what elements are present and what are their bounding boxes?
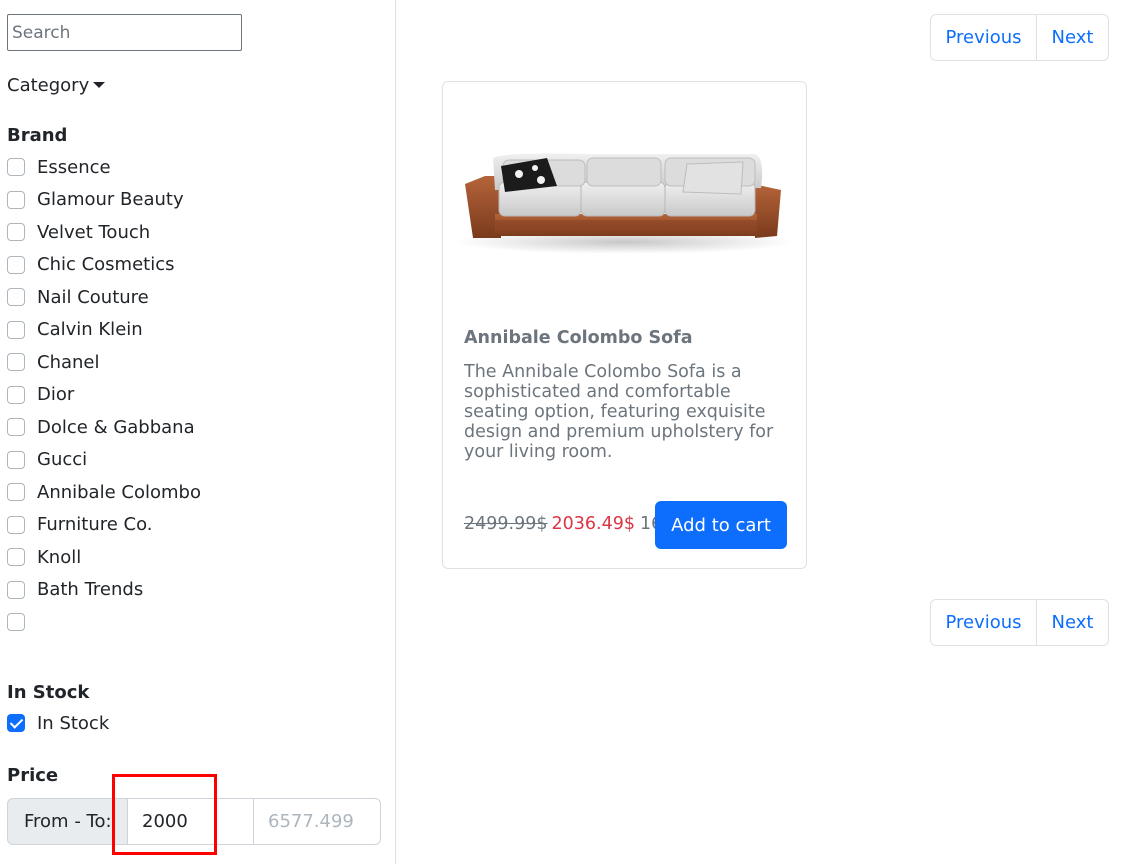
- next-button[interactable]: Next: [1037, 15, 1108, 60]
- checkbox[interactable]: [7, 320, 25, 339]
- brand-option-empty[interactable]: [7, 606, 201, 639]
- brand-option[interactable]: Chic Cosmetics: [7, 249, 201, 282]
- brand-option[interactable]: Calvin Klein: [7, 314, 201, 347]
- checkbox[interactable]: [7, 450, 25, 469]
- brand-option[interactable]: Dior: [7, 379, 201, 412]
- checkbox[interactable]: [7, 515, 25, 534]
- brand-option[interactable]: Chanel: [7, 346, 201, 379]
- in-stock-label: In Stock: [37, 712, 110, 734]
- pagination-top: Previous Next: [930, 14, 1109, 61]
- brand-label: Knoll: [37, 546, 82, 568]
- product-image: [455, 153, 795, 254]
- brand-label: Dolce & Gabbana: [37, 416, 195, 438]
- checkbox[interactable]: [7, 158, 25, 177]
- price-to-input[interactable]: [254, 798, 381, 845]
- price-range-group: From - To:: [7, 798, 381, 845]
- brand-option[interactable]: Glamour Beauty: [7, 184, 201, 217]
- brand-option[interactable]: Knoll: [7, 541, 201, 574]
- brand-label: Furniture Co.: [37, 514, 153, 536]
- brand-label: Annibale Colombo: [37, 481, 201, 503]
- brand-label: Chanel: [37, 351, 100, 373]
- category-label: Category: [7, 75, 90, 96]
- brand-label: Chic Cosmetics: [37, 254, 175, 276]
- old-price: 2499.99$: [464, 514, 548, 534]
- checkbox[interactable]: [7, 613, 25, 632]
- price-from-input[interactable]: [127, 798, 254, 845]
- brand-option[interactable]: Dolce & Gabbana: [7, 411, 201, 444]
- search-input[interactable]: [7, 14, 242, 51]
- brand-option[interactable]: Bath Trends: [7, 574, 201, 607]
- brand-label: Velvet Touch: [37, 221, 151, 243]
- brand-label: Essence: [37, 156, 111, 178]
- brand-label: Dior: [37, 384, 75, 406]
- brand-option[interactable]: Gucci: [7, 444, 201, 477]
- brand-option[interactable]: Essence: [7, 151, 201, 184]
- brand-label: Nail Couture: [37, 286, 149, 308]
- checkbox[interactable]: [7, 288, 25, 307]
- product-title[interactable]: Annibale Colombo Sofa: [464, 328, 693, 348]
- checkbox[interactable]: [7, 353, 25, 372]
- product-card: Annibale Colombo Sofa The Annibale Colom…: [442, 81, 807, 569]
- stock-heading: In Stock: [7, 682, 90, 703]
- brand-option[interactable]: Furniture Co.: [7, 509, 201, 542]
- caret-down-icon: [93, 81, 106, 88]
- checkbox[interactable]: [7, 580, 25, 599]
- price-range-label: From - To:: [7, 798, 127, 845]
- checkbox[interactable]: [7, 385, 25, 404]
- brand-option[interactable]: Nail Couture: [7, 281, 201, 314]
- filter-sidebar: Category Brand Essence Glamour Beauty Ve…: [0, 0, 396, 864]
- previous-button[interactable]: Previous: [931, 600, 1037, 645]
- checkbox[interactable]: [7, 255, 25, 274]
- add-to-cart-button[interactable]: Add to cart: [655, 501, 787, 549]
- brand-option[interactable]: Velvet Touch: [7, 216, 201, 249]
- checkbox[interactable]: [7, 548, 25, 567]
- brand-heading: Brand: [7, 125, 68, 146]
- checkbox[interactable]: [7, 190, 25, 209]
- brand-label: Bath Trends: [37, 579, 144, 601]
- category-dropdown[interactable]: Category: [7, 75, 106, 96]
- sale-price: 2036.49$: [551, 514, 636, 534]
- pagination-bottom: Previous Next: [930, 599, 1109, 646]
- checkbox[interactable]: [7, 483, 25, 502]
- in-stock-option[interactable]: In Stock: [7, 707, 109, 740]
- checkbox[interactable]: [7, 223, 25, 242]
- checkbox[interactable]: [7, 418, 25, 437]
- price-heading: Price: [7, 765, 59, 786]
- brand-label: Gucci: [37, 449, 88, 471]
- checkbox-checked[interactable]: [7, 714, 25, 733]
- brand-option[interactable]: Annibale Colombo: [7, 476, 201, 509]
- previous-button[interactable]: Previous: [931, 15, 1037, 60]
- next-button[interactable]: Next: [1037, 600, 1108, 645]
- product-description: The Annibale Colombo Sofa is a sophistic…: [464, 362, 774, 462]
- price-row: 2499.99$ 2036.49$ 16: [464, 514, 662, 534]
- brand-label: Glamour Beauty: [37, 189, 184, 211]
- brand-list: Essence Glamour Beauty Velvet Touch Chic…: [7, 151, 201, 639]
- brand-label: Calvin Klein: [37, 319, 143, 341]
